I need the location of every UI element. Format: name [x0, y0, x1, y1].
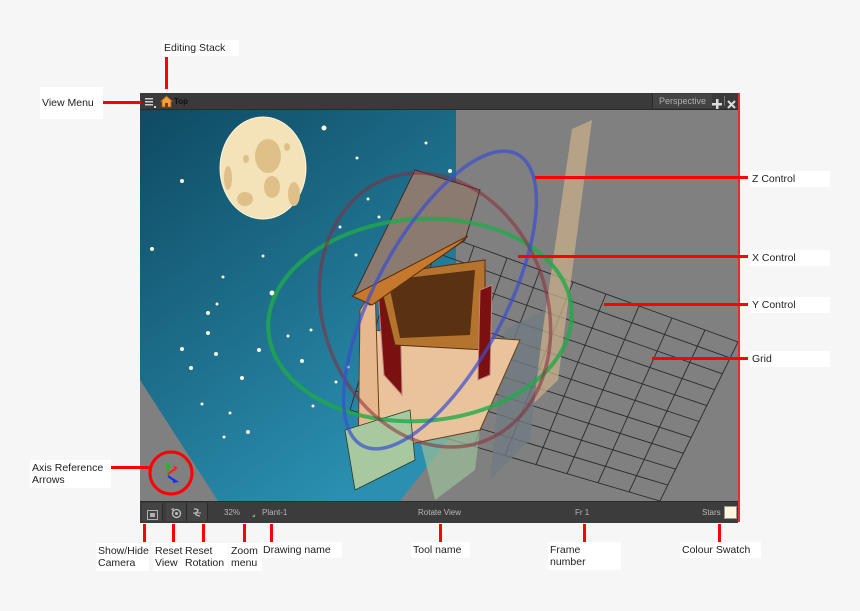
drawing-name: Plant-1: [262, 508, 288, 517]
camera-icon: [147, 507, 158, 525]
view-tab-perspective[interactable]: Perspective: [652, 94, 713, 108]
callout-line-drawing-name: [270, 524, 273, 542]
callout-view-menu: View Menu: [40, 87, 103, 119]
home-icon: [159, 94, 174, 108]
callout-line-colour-swatch: [718, 524, 721, 542]
reset-view-icon: [170, 506, 182, 524]
callout-line-z-control: [535, 176, 748, 179]
plus-icon[interactable]: [712, 96, 722, 109]
callout-reset-rotation-line1: Reset: [185, 545, 213, 557]
callout-frame-number-text: Frame number: [550, 544, 586, 568]
callout-axis-reference-line2: Arrows: [32, 474, 65, 486]
callout-reset-view-line2: View: [155, 557, 178, 569]
colour-swatch[interactable]: [724, 506, 737, 519]
colour-name: Stars: [702, 508, 721, 517]
callout-zoom-menu: Zoom menu: [229, 543, 262, 571]
callout-view-menu-text: View Menu: [42, 97, 94, 109]
callout-line-show-hide-camera: [143, 524, 146, 542]
callout-line-reset-view: [172, 524, 175, 542]
callout-y-control-text: Y Control: [752, 299, 796, 311]
camera-view-window: Top Perspective 32% Plant-1 Rotate View …: [140, 93, 740, 523]
zoom-menu[interactable]: 32%: [224, 508, 240, 517]
callout-z-control: Z Control: [750, 171, 830, 187]
callout-grid-text: Grid: [752, 353, 772, 365]
hamburger-menu-icon[interactable]: [144, 95, 156, 108]
editing-stack-label: Top: [174, 96, 189, 106]
callout-axis-reference-line1: Axis Reference: [32, 462, 104, 474]
callout-colour-swatch: Colour Swatch: [680, 542, 761, 558]
separator: [724, 96, 725, 106]
editing-stack[interactable]: Top: [159, 94, 189, 108]
callout-show-hide-camera-line2: Camera: [98, 557, 136, 569]
callout-y-control: Y Control: [750, 297, 830, 313]
callout-drawing-name: Drawing name: [261, 542, 342, 558]
callout-show-hide-camera-line1: Show/Hide: [98, 545, 149, 557]
reset-rotation-icon: [191, 506, 203, 524]
reset-view-button[interactable]: [166, 503, 187, 521]
callout-line-grid: [652, 357, 748, 360]
callout-line-x-control: [518, 255, 748, 258]
close-icon[interactable]: [727, 96, 736, 109]
callout-reset-rotation-line2: Rotation: [185, 557, 225, 569]
view-top-toolbar: Top Perspective: [140, 93, 738, 110]
callout-show-hide-camera: Show/Hide Camera: [96, 543, 149, 571]
view-bottom-toolbar: 32% Plant-1 Rotate View Fr 1 Stars: [140, 501, 738, 523]
callout-reset-view-line1: Reset: [155, 545, 183, 557]
reset-rotation-button[interactable]: [187, 503, 208, 521]
callout-drawing-name-text: Drawing name: [263, 544, 331, 556]
callout-line-editing-stack: [165, 57, 168, 89]
callout-zoom-menu-line1: Zoom: [231, 545, 258, 557]
callout-x-control-text: X Control: [752, 252, 796, 264]
zoom-dropdown-indicator[interactable]: [252, 514, 255, 517]
callout-colour-swatch-text: Colour Swatch: [682, 544, 751, 556]
callout-frame-number: Frame number: [548, 542, 621, 570]
moon: [219, 116, 307, 220]
callout-line-frame-number: [583, 524, 586, 542]
frame-number: Fr 1: [575, 508, 590, 517]
callout-tool-name: Tool name: [411, 542, 470, 558]
callout-x-control: X Control: [750, 250, 830, 266]
show-hide-camera-button[interactable]: [142, 503, 163, 521]
callout-line-axis-reference: [110, 466, 150, 469]
callout-line-tool-name: [439, 524, 442, 542]
callout-line-reset-rotation: [202, 524, 205, 542]
callout-editing-stack: Editing Stack: [162, 40, 239, 56]
callout-tool-name-text: Tool name: [413, 544, 462, 556]
callout-line-zoom-menu: [243, 524, 246, 542]
callout-grid: Grid: [750, 351, 830, 367]
callout-line-y-control: [604, 303, 748, 306]
callout-axis-reference: Axis Reference Arrows: [30, 460, 111, 488]
tool-name: Rotate View: [418, 508, 461, 517]
callout-editing-stack-text: Editing Stack: [164, 42, 226, 54]
callout-line-view-menu: [101, 101, 141, 104]
callout-z-control-text: Z Control: [752, 173, 796, 185]
callout-reset-view: Reset View: [153, 543, 186, 571]
callout-zoom-menu-line2: menu: [231, 557, 258, 569]
callout-reset-rotation: Reset Rotation: [183, 543, 228, 571]
